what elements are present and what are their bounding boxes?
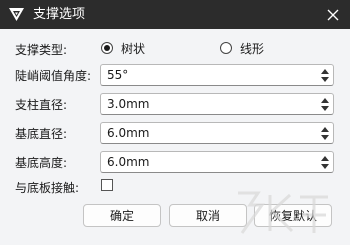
- support-type-label: 支撑类型:: [15, 43, 68, 57]
- base-diameter-label: 基底直径:: [15, 127, 68, 141]
- pillar-diameter-arrows[interactable]: [320, 96, 330, 112]
- steep-angle-label: 陡峭阈值角度:: [15, 69, 92, 83]
- radio-linear-button[interactable]: [220, 42, 232, 54]
- arrow-down-icon[interactable]: [321, 77, 329, 82]
- cancel-button[interactable]: 取消: [169, 204, 247, 227]
- base-contact-checkbox[interactable]: [101, 179, 113, 191]
- title-bar: 支撑选项: [0, 0, 350, 29]
- close-icon[interactable]: [322, 4, 344, 26]
- base-diameter-arrows[interactable]: [320, 125, 330, 141]
- ok-button[interactable]: 确定: [83, 204, 161, 227]
- steep-angle-arrows[interactable]: [320, 67, 330, 83]
- arrow-up-icon[interactable]: [321, 98, 329, 103]
- base-diameter-input[interactable]: [107, 123, 307, 143]
- radio-tree-button[interactable]: [101, 42, 113, 54]
- radio-linear-label: 线形: [240, 41, 265, 56]
- pillar-diameter-input[interactable]: [107, 94, 307, 114]
- window-title: 支撑选项: [33, 7, 86, 22]
- base-diameter-spinbox[interactable]: [100, 122, 334, 144]
- pillar-diameter-label: 支柱直径:: [15, 98, 68, 112]
- base-height-input[interactable]: [107, 152, 307, 172]
- base-height-spinbox[interactable]: [100, 151, 334, 173]
- arrow-down-icon[interactable]: [321, 106, 329, 111]
- base-height-arrows[interactable]: [320, 154, 330, 170]
- radio-tree-label: 树状: [121, 41, 146, 56]
- steep-angle-spinbox[interactable]: [100, 64, 334, 86]
- base-height-label: 基底高度:: [15, 156, 68, 170]
- radio-tree[interactable]: 树状: [101, 40, 145, 56]
- arrow-down-icon[interactable]: [321, 164, 329, 169]
- arrow-up-icon[interactable]: [321, 156, 329, 161]
- arrow-up-icon[interactable]: [321, 127, 329, 132]
- support-options-dialog: 支撑选项 支撑类型: 树状 线形 陡峭阈值角度: 支柱直径:: [0, 0, 350, 245]
- radio-linear[interactable]: 线形: [220, 40, 264, 56]
- steep-angle-input[interactable]: [107, 65, 307, 85]
- app-logo-icon: [9, 8, 24, 21]
- base-contact-label: 与底板接触:: [15, 181, 80, 195]
- reset-default-button[interactable]: 恢复默认: [254, 204, 332, 227]
- arrow-up-icon[interactable]: [321, 69, 329, 74]
- dialog-content: 支撑类型: 树状 线形 陡峭阈值角度: 支柱直径:: [0, 29, 350, 245]
- arrow-down-icon[interactable]: [321, 135, 329, 140]
- pillar-diameter-spinbox[interactable]: [100, 93, 334, 115]
